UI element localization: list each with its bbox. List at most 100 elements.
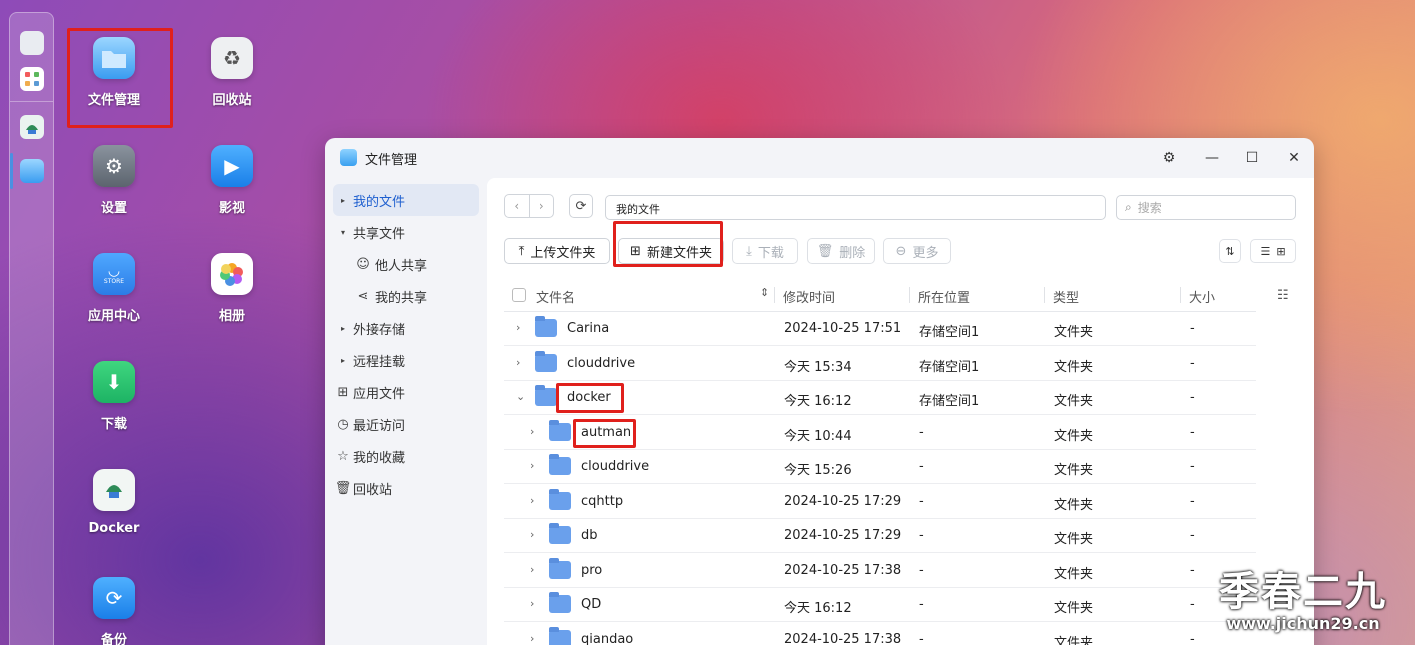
desktop-app-store[interactable]: ◡ STORE 应用中心 [69, 253, 159, 324]
file-name[interactable]: clouddrive [581, 459, 649, 474]
file-type: 文件夹 [1054, 463, 1094, 478]
highlight-box [613, 221, 723, 267]
settings-gear-icon[interactable]: ⚙ [1159, 148, 1179, 168]
desktop-app-backup[interactable]: ⟳ 备份 [69, 577, 159, 645]
table-row[interactable]: › cqhttp 2024-10-25 17:29 - 文件夹 - [504, 485, 1256, 519]
chevron-right-icon[interactable]: › [516, 356, 520, 369]
app-grid-icon[interactable] [20, 67, 44, 91]
table-row[interactable]: › Carina 2024-10-25 17:51 存储空间1 文件夹 - [504, 312, 1256, 346]
file-type: 文件夹 [1054, 428, 1094, 444]
window-titlebar[interactable]: 文件管理 ⚙ — ☐ ✕ [325, 138, 1314, 178]
folder-icon [549, 557, 571, 579]
sidebar-item-shared-files[interactable]: ▾ 共享文件 [333, 216, 479, 248]
sidebar-item-recent[interactable]: ◷ 最近访问 [333, 408, 479, 440]
sidebar-item-my-files[interactable]: ▸ 我的文件 [333, 184, 479, 216]
file-type: 文件夹 [1054, 394, 1094, 409]
delete-button[interactable]: 🗑 删除 [807, 238, 875, 264]
caret-right-icon: ▸ [340, 323, 345, 333]
desktop-app-video[interactable]: ▶ 影视 [187, 145, 277, 216]
sidebar-label: 我的收藏 [353, 450, 406, 466]
table-row[interactable]: › clouddrive 今天 15:26 - 文件夹 - [504, 450, 1256, 484]
file-name[interactable]: pro [581, 563, 602, 578]
chevron-right-icon[interactable]: › [530, 425, 534, 438]
file-name[interactable]: QD [581, 597, 601, 612]
search-input[interactable]: ⌕ 搜索 [1116, 195, 1296, 220]
maximize-button[interactable]: ☐ [1242, 148, 1262, 168]
modified-time: 今天 10:44 [784, 428, 852, 444]
file-type: 文件夹 [1054, 325, 1094, 340]
chevron-right-icon[interactable]: › [530, 494, 534, 507]
table-row[interactable]: › qiandao 2024-10-25 17:38 - 文件夹 - [504, 623, 1256, 645]
chevron-right-icon[interactable]: › [530, 563, 534, 576]
folder-icon [549, 592, 571, 613]
refresh-button[interactable]: ⟳ [569, 194, 593, 218]
file-size: - [1190, 321, 1195, 336]
download-button[interactable]: ⤓ 下载 [732, 238, 798, 264]
sidebar-item-my-shares[interactable]: ⋖ 我的共享 [333, 280, 479, 312]
upload-icon: ⤒ [518, 243, 525, 259]
file-size: - [1190, 493, 1195, 509]
chevron-right-icon[interactable]: › [530, 597, 534, 610]
upload-folder-button[interactable]: ⤒ 上传文件夹 [504, 238, 610, 264]
chevron-right-icon[interactable]: › [516, 321, 520, 334]
sidebar-item-external-storage[interactable]: ▸ 外接存储 [333, 312, 479, 344]
minimize-button[interactable]: — [1202, 148, 1222, 168]
file-name[interactable]: cqhttp [581, 494, 623, 509]
file-name[interactable]: db [581, 528, 598, 543]
modified-time: 2024-10-25 17:51 [784, 321, 902, 336]
sidebar-item-app-files[interactable]: ⊞ 应用文件 [333, 376, 479, 408]
list-view-icon[interactable]: ☰ [1260, 245, 1270, 258]
column-location[interactable]: 所在位置 [918, 287, 970, 306]
column-name[interactable]: 文件名 [536, 287, 575, 306]
column-size[interactable]: 大小 [1189, 287, 1215, 306]
file-size: - [1190, 562, 1195, 578]
column-settings-icon[interactable]: ☷ [1277, 288, 1289, 303]
chevron-right-icon[interactable]: › [530, 528, 534, 541]
sidebar-label: 最近访问 [353, 418, 406, 434]
column-time[interactable]: 修改时间 [783, 287, 835, 306]
sort-order-button[interactable]: ⇅ [1219, 239, 1241, 263]
watermark: 季春二九 www.jichun29.cn [1219, 570, 1387, 633]
file-name[interactable]: Carina [567, 321, 609, 336]
modified-time: 今天 15:26 [784, 463, 852, 478]
app-label: 下载 [100, 417, 127, 432]
docker-icon [93, 469, 135, 511]
sidebar-item-favorites[interactable]: ☆ 我的收藏 [333, 440, 479, 472]
table-row[interactable]: › QD 今天 16:12 - 文件夹 - [504, 588, 1256, 622]
desktop-app-photos[interactable]: 相册 [187, 253, 277, 324]
view-toggle[interactable]: ☰ ⊞ [1250, 239, 1296, 263]
sidebar-item-remote-mount[interactable]: ▸ 远程挂载 [333, 344, 479, 376]
grid-view-icon[interactable]: ⊞ [1276, 245, 1285, 258]
modified-time: 2024-10-25 17:29 [784, 493, 902, 509]
docker-icon[interactable] [20, 115, 44, 139]
file-name[interactable]: qiandao [581, 632, 633, 645]
select-all-checkbox[interactable] [512, 288, 526, 302]
sidebar-item-trash[interactable]: 🗑 回收站 [333, 472, 479, 504]
chevron-right-icon[interactable]: › [530, 632, 534, 645]
sidebar-item-others-shared[interactable]: ☺ 他人共享 [333, 248, 479, 280]
app-label: 回收站 [212, 93, 252, 108]
dock [9, 12, 54, 645]
path-input[interactable]: 我的文件 [605, 195, 1106, 220]
column-type[interactable]: 类型 [1053, 287, 1079, 306]
back-button[interactable]: ‹ [505, 195, 530, 217]
desktop-app-download[interactable]: ⬇ 下载 [69, 361, 159, 432]
desktop-app-recycle-bin[interactable]: ♻ 回收站 [187, 37, 277, 108]
chevron-down-icon[interactable]: ⌄ [516, 390, 525, 403]
table-row[interactable]: › pro 2024-10-25 17:38 - 文件夹 - [504, 554, 1256, 588]
nav-buttons: ‹ › [504, 194, 554, 218]
close-button[interactable]: ✕ [1284, 148, 1304, 168]
desktop-app-settings[interactable]: ⚙ 设置 [69, 145, 159, 216]
file-name[interactable]: clouddrive [567, 356, 635, 371]
table-row[interactable]: › clouddrive 今天 15:34 存储空间1 文件夹 - [504, 347, 1256, 381]
caret-down-icon: ▾ [340, 227, 345, 237]
desktop-app-docker[interactable]: Docker [69, 469, 159, 536]
chevron-right-icon[interactable]: › [530, 459, 534, 472]
table-row[interactable]: › db 2024-10-25 17:29 - 文件夹 - [504, 519, 1256, 553]
more-button[interactable]: ⊖ 更多 [883, 238, 951, 264]
forward-button[interactable]: › [530, 195, 554, 217]
folder-icon[interactable] [20, 159, 44, 183]
monitor-icon[interactable] [20, 31, 44, 55]
sort-icon[interactable]: ⇕ [760, 286, 769, 299]
window-title: 文件管理 [365, 153, 418, 168]
